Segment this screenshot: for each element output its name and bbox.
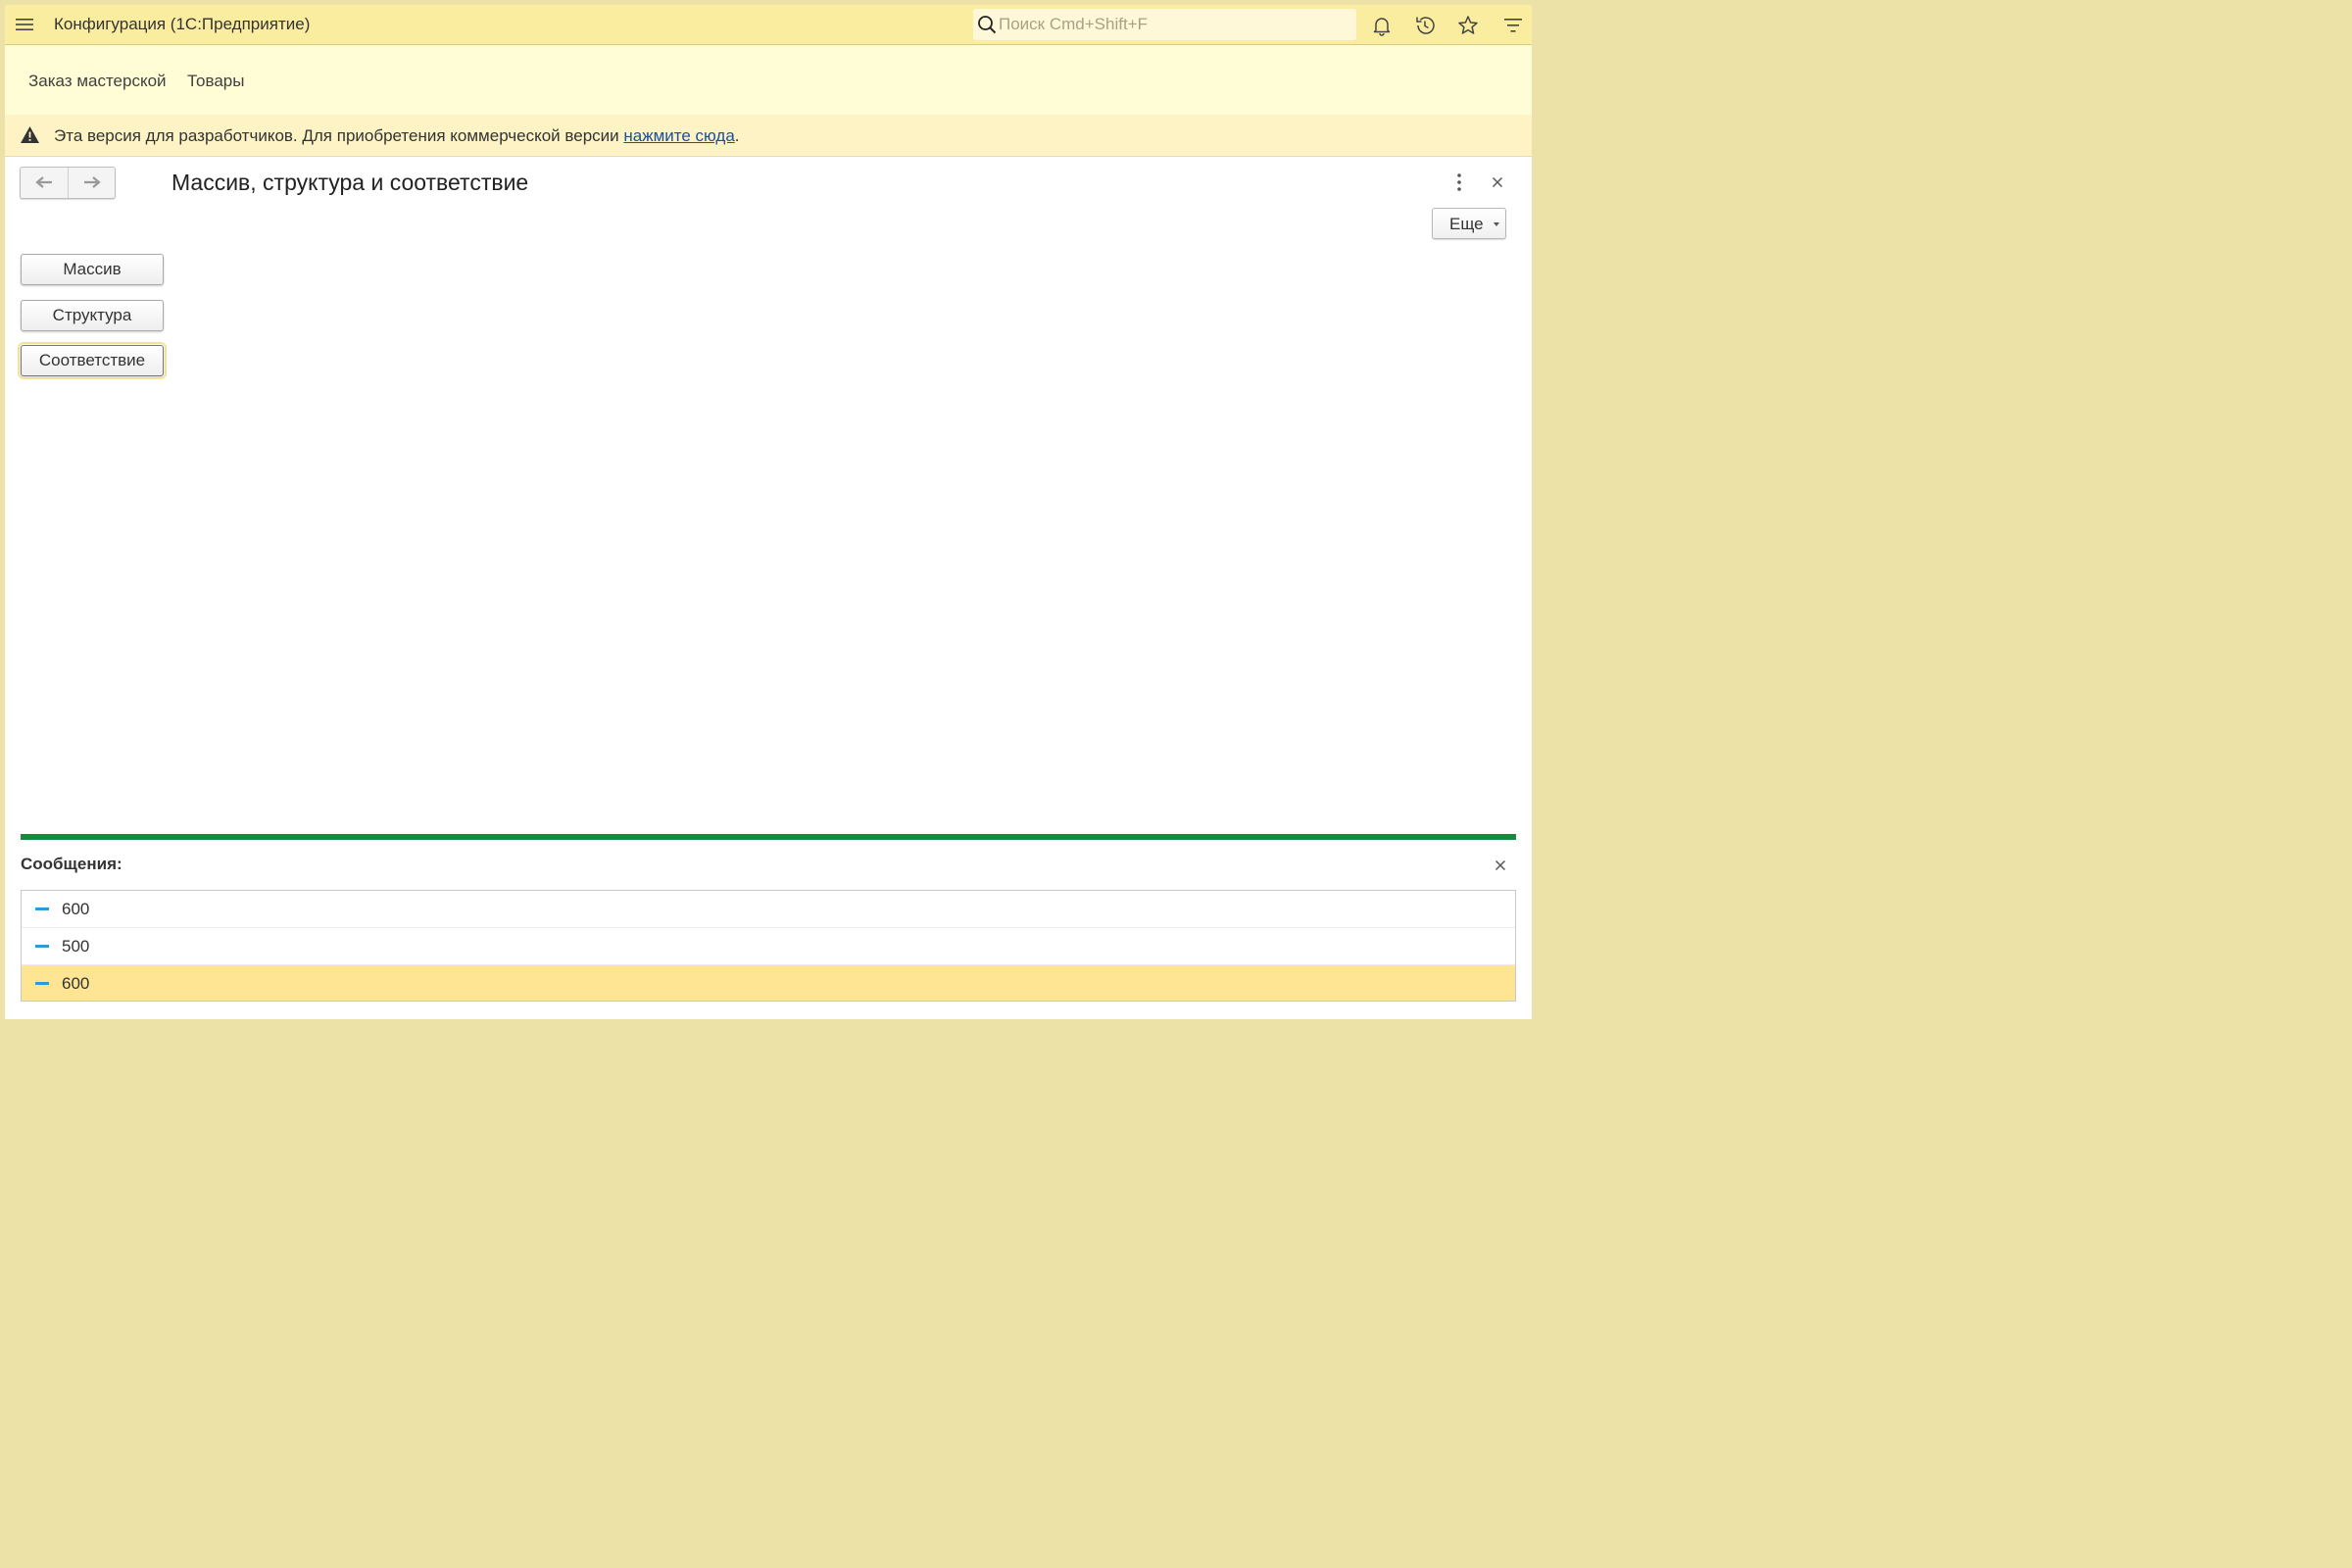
history-icon[interactable]: [1414, 15, 1436, 36]
arrow-right-icon: [84, 176, 101, 188]
more-button-label: Еще: [1449, 215, 1484, 233]
message-text: 600: [62, 900, 90, 918]
message-text: 500: [62, 937, 90, 956]
chevron-down-icon: [1494, 222, 1499, 226]
search-input[interactable]: [999, 9, 1351, 40]
message-dash-icon: [35, 907, 49, 910]
message-text: 600: [62, 974, 90, 993]
hamburger-menu-icon[interactable]: [16, 16, 33, 33]
message-row[interactable]: 500: [22, 928, 1515, 965]
section-goods[interactable]: Товары: [187, 72, 244, 91]
sections-panel: Заказ мастерской Товары: [5, 45, 1532, 116]
warning-text: Эта версия для разработчиков. Для приобр…: [54, 126, 740, 145]
messages-title: Сообщения:: [21, 855, 122, 873]
message-dash-icon: [35, 945, 49, 948]
navigation-buttons: [20, 167, 116, 199]
messages-list: 600 500 600: [21, 890, 1516, 1002]
back-button[interactable]: [21, 168, 68, 198]
main-menu-icon[interactable]: [1502, 15, 1524, 36]
favorites-star-icon[interactable]: [1457, 15, 1479, 36]
section-workshop-order[interactable]: Заказ мастерской: [28, 72, 167, 91]
array-button[interactable]: Массив: [21, 254, 164, 285]
more-button[interactable]: Еще: [1432, 208, 1506, 239]
form-close-icon[interactable]: [1487, 172, 1508, 193]
warning-triangle-icon: [21, 126, 39, 143]
app-title: Конфигурация (1С:Предприятие): [54, 15, 311, 33]
form-actions-kebab-icon[interactable]: [1449, 172, 1469, 193]
notifications-bell-icon[interactable]: [1371, 15, 1393, 36]
search-icon: [978, 16, 997, 34]
developer-version-warning: Эта версия для разработчиков. Для приобр…: [5, 115, 1532, 157]
forward-button[interactable]: [69, 168, 116, 198]
top-bar: Конфигурация (1С:Предприятие): [5, 5, 1532, 45]
buy-commercial-link[interactable]: нажмите сюда: [623, 126, 734, 145]
structure-button[interactable]: Структура: [21, 300, 164, 331]
message-row[interactable]: 600: [22, 891, 1515, 928]
message-row-selected[interactable]: 600: [22, 965, 1515, 1001]
form-title: Массив, структура и соответствие: [172, 170, 529, 195]
map-button[interactable]: Соответствие: [18, 342, 167, 379]
arrow-left-icon: [35, 176, 52, 188]
messages-separator: [21, 834, 1516, 840]
search-box[interactable]: [973, 9, 1356, 40]
message-dash-icon: [35, 982, 49, 985]
app-window: Конфигурация (1С:Предприятие) З: [5, 5, 1532, 1019]
messages-close-icon[interactable]: [1491, 856, 1510, 875]
